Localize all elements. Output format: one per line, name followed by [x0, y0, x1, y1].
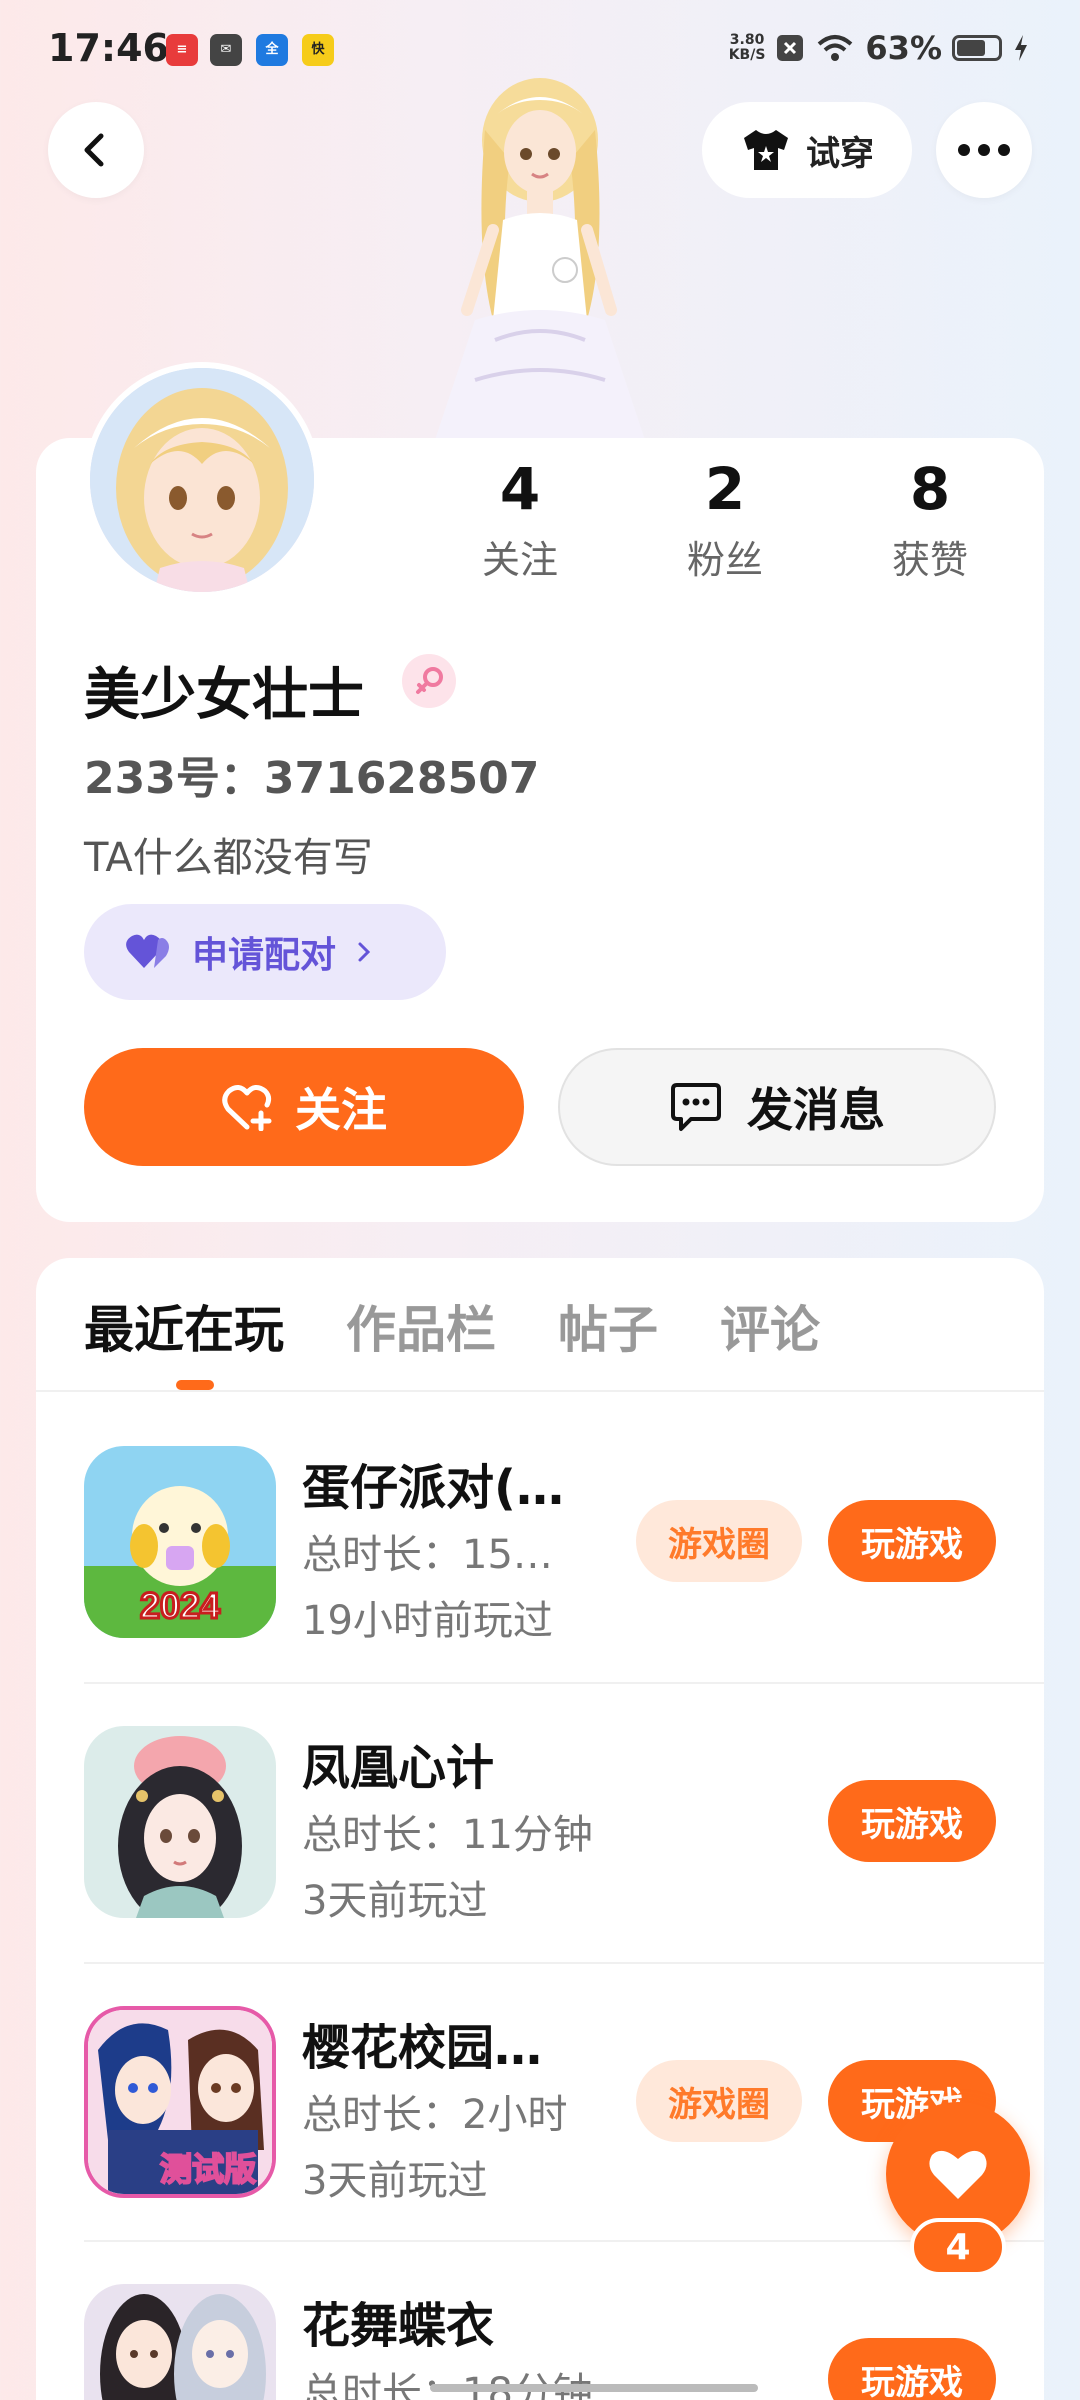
- notification-off-icon: [777, 35, 804, 61]
- bio: TA什么都没有写: [84, 835, 373, 881]
- home-indicator[interactable]: [430, 2384, 758, 2392]
- active-tab-indicator: [176, 1380, 214, 1390]
- game-last-played: 3天前玩过: [302, 1878, 488, 1924]
- chat-bubble-icon: [671, 1083, 721, 1131]
- avatar-image: [90, 368, 314, 592]
- game-duration: 总时长：15…: [302, 1532, 553, 1578]
- icon-badge-beta: 测试版: [160, 2151, 256, 2187]
- game-last-played: 3天前玩过: [302, 2158, 488, 2204]
- charging-icon: [1015, 35, 1027, 61]
- game-row-eggy-party[interactable]: 2024 蛋仔派对(… 总时长：15… 19小时前玩过 游戏圈 玩游戏: [84, 1446, 996, 1646]
- status-right: 3.80 KB/S 63%: [729, 28, 1030, 68]
- back-button[interactable]: [48, 102, 144, 198]
- video-app-icon: ≡: [166, 34, 198, 66]
- profile-tabs: 最近在玩 作品栏 帖子 评论: [84, 1290, 820, 1362]
- game-title: 蛋仔派对(…: [302, 1460, 564, 1516]
- like-count-badge: 4: [910, 2218, 1006, 2276]
- try-on-button[interactable]: 试穿: [702, 102, 912, 198]
- tab-divider: [36, 1390, 1044, 1392]
- game-duration: 总时长：11分钟: [302, 1812, 593, 1858]
- tab-comments[interactable]: 评论: [720, 1290, 820, 1362]
- game-duration: 总时长：2小时: [302, 2092, 568, 2138]
- user-id: 233号：371628507: [84, 753, 540, 804]
- play-game-button[interactable]: 玩游戏: [828, 1780, 996, 1862]
- play-game-button[interactable]: 玩游戏: [828, 1500, 996, 1582]
- game-circle-button[interactable]: 游戏圈: [636, 2060, 802, 2142]
- request-pair-label: 申请配对: [192, 935, 337, 976]
- game-icon-sakura-school[interactable]: 测试版: [84, 2006, 276, 2198]
- nickname: 美少女壮士: [84, 663, 364, 728]
- net-speed: 3.80 KB/S: [729, 33, 766, 63]
- clock: 17:46: [48, 26, 169, 70]
- game-row-sakura-school[interactable]: 测试版 樱花校园… 总时长：2小时 3天前玩过 游戏圈 玩游戏: [84, 2006, 996, 2206]
- more-dots-icon: [958, 144, 1010, 156]
- stat-fans[interactable]: 2 粉丝: [625, 455, 825, 584]
- game-icon-phoenix[interactable]: [84, 1726, 276, 1918]
- game-icon-eggy-party[interactable]: 2024: [84, 1446, 276, 1638]
- game-icon-huawudieyi[interactable]: [84, 2284, 276, 2400]
- heart-icon: [929, 2150, 987, 2199]
- tshirt-icon: [744, 130, 788, 170]
- game-title: 花舞蝶衣: [302, 2298, 495, 2354]
- send-message-label: 发消息: [747, 1083, 885, 1137]
- wechat-icon: ✉: [210, 34, 242, 66]
- game-row-huawudieyi[interactable]: 花舞蝶衣 总时长：18分钟 玩游戏: [84, 2284, 996, 2400]
- game-row-phoenix[interactable]: 凤凰心计 总时长：11分钟 3天前玩过 玩游戏: [84, 1726, 996, 1926]
- female-icon: [402, 654, 456, 708]
- tab-works[interactable]: 作品栏: [346, 1290, 496, 1362]
- wifi-icon: [818, 35, 853, 61]
- try-on-label: 试穿: [806, 133, 874, 174]
- game-title: 凤凰心计: [302, 1740, 495, 1796]
- kuaikan-icon: 快: [302, 34, 334, 66]
- stat-likes[interactable]: 8 获赞: [830, 455, 1030, 584]
- character-model-image: [435, 78, 645, 440]
- play-game-button[interactable]: 玩游戏: [828, 2338, 996, 2400]
- row-divider: [84, 2240, 1044, 2242]
- game-title: 樱花校园…: [302, 2020, 543, 2076]
- stat-following[interactable]: 4 关注: [420, 455, 620, 584]
- net-speed-unit: KB/S: [728, 47, 766, 63]
- tab-posts[interactable]: 帖子: [558, 1290, 658, 1362]
- game-circle-button[interactable]: 游戏圈: [636, 1500, 802, 1582]
- tab-recently-played[interactable]: 最近在玩: [84, 1290, 284, 1362]
- battery-percent: 63%: [865, 29, 942, 67]
- following-count: 4: [499, 455, 541, 523]
- net-speed-value: 3.80: [729, 32, 765, 48]
- row-divider: [84, 1682, 1044, 1684]
- avatar[interactable]: [84, 362, 320, 598]
- follow-label: 关注: [295, 1083, 387, 1137]
- likes-label: 获赞: [891, 538, 968, 582]
- quan-app-icon: 全: [256, 34, 288, 66]
- pair-heart-icon: [126, 934, 169, 968]
- request-pair-button[interactable]: 申请配对: [84, 904, 446, 1000]
- fans-count: 2: [704, 455, 746, 523]
- battery-icon: [952, 35, 1002, 61]
- back-arrow-icon: [84, 133, 104, 167]
- likes-count: 8: [909, 455, 951, 523]
- following-label: 关注: [481, 538, 558, 582]
- game-duration: 总时长：18分钟: [302, 2360, 593, 2400]
- game-last-played: 19小时前玩过: [302, 1598, 553, 1644]
- fans-label: 粉丝: [686, 538, 763, 582]
- icon-badge-2024: 2024: [140, 1585, 220, 1626]
- send-message-button[interactable]: 发消息: [558, 1048, 996, 1166]
- follow-button[interactable]: 关注: [84, 1048, 524, 1166]
- heart-plus-icon: [222, 1085, 272, 1131]
- row-divider: [84, 1962, 1044, 1964]
- more-button[interactable]: [936, 102, 1032, 198]
- chevron-right-icon: [358, 942, 371, 962]
